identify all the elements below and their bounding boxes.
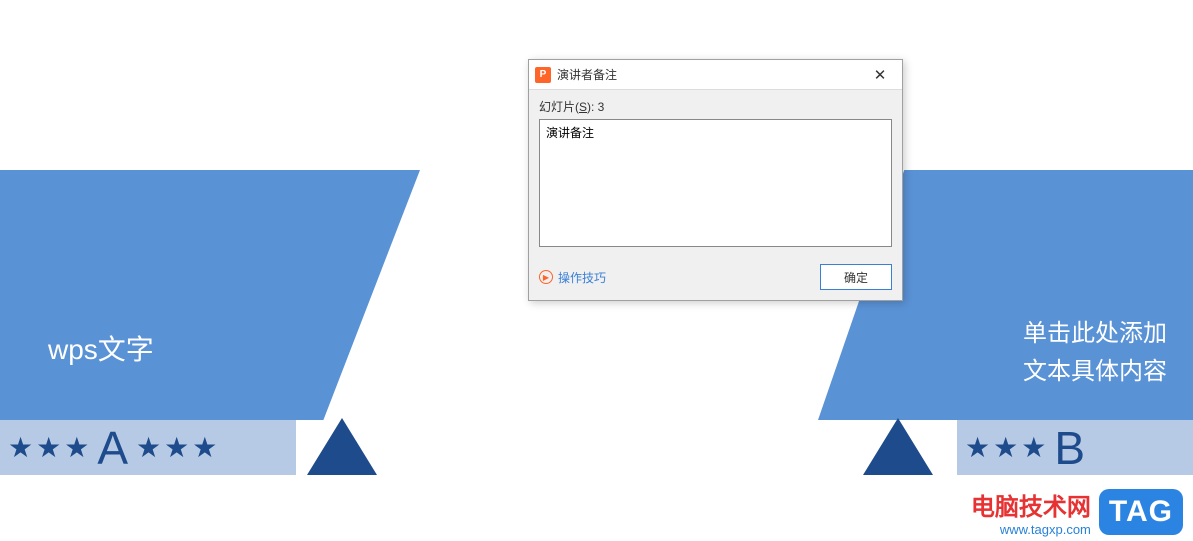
- star-icon: ★: [8, 434, 33, 462]
- star-icon: ★: [965, 434, 990, 462]
- wps-app-icon: P: [535, 67, 551, 83]
- watermark: 电脑技术网 www.tagxp.com TAG: [971, 487, 1183, 537]
- right-triangle-decoration: [863, 418, 933, 475]
- tag-badge: TAG: [1099, 489, 1183, 535]
- right-text-line1: 单击此处添加: [1023, 315, 1167, 353]
- letter-b-badge: B: [1054, 421, 1085, 475]
- dialog-title: 演讲者备注: [557, 66, 860, 83]
- star-icon: ★: [164, 434, 189, 462]
- letter-a-badge: A: [97, 421, 128, 475]
- tips-link-label: 操作技巧: [558, 269, 606, 286]
- ok-button[interactable]: 确定: [820, 264, 892, 290]
- notes-textarea[interactable]: [539, 119, 892, 247]
- right-star-band: ★ ★ ★ B: [957, 420, 1193, 475]
- play-circle-icon: ▶: [539, 270, 553, 284]
- right-panel-text: 单击此处添加 文本具体内容: [1023, 315, 1167, 391]
- star-icon: ★: [36, 434, 61, 462]
- speaker-notes-dialog: P 演讲者备注 ✕ 幻灯片(S): 3 ▶ 操作技巧 确定: [528, 59, 903, 301]
- close-button[interactable]: ✕: [860, 61, 900, 89]
- dialog-footer: ▶ 操作技巧 确定: [539, 264, 892, 290]
- left-panel-title: wps文字: [48, 328, 154, 368]
- right-text-line2: 文本具体内容: [1023, 353, 1167, 391]
- slide-index-label: 幻灯片(S): 3: [539, 98, 892, 115]
- watermark-title: 电脑技术网: [971, 487, 1091, 522]
- watermark-url: www.tagxp.com: [1000, 522, 1091, 537]
- left-panel-shape: wps文字: [0, 170, 420, 420]
- left-star-band: ★ ★ ★ A ★ ★ ★: [0, 420, 296, 475]
- watermark-text: 电脑技术网 www.tagxp.com: [971, 487, 1091, 537]
- dialog-body: 幻灯片(S): 3 ▶ 操作技巧 确定: [529, 90, 902, 300]
- tips-link[interactable]: ▶ 操作技巧: [539, 269, 606, 286]
- star-icon: ★: [1021, 434, 1046, 462]
- star-icon: ★: [993, 434, 1018, 462]
- dialog-titlebar[interactable]: P 演讲者备注 ✕: [529, 60, 902, 90]
- left-triangle-decoration: [307, 418, 377, 475]
- star-icon: ★: [192, 434, 217, 462]
- star-icon: ★: [64, 434, 89, 462]
- star-icon: ★: [136, 434, 161, 462]
